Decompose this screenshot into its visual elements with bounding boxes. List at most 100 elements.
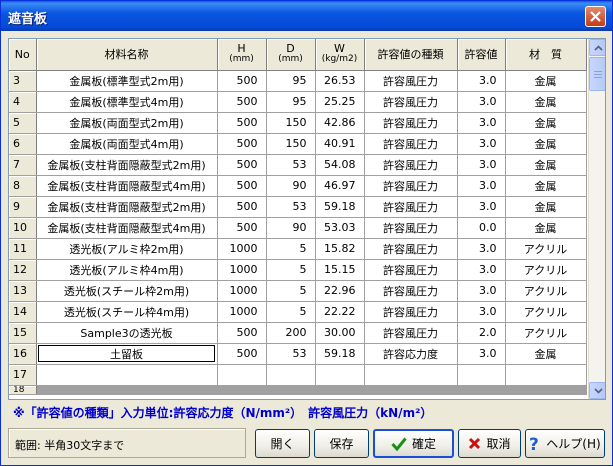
cell-allow[interactable]: 3.0 xyxy=(457,91,506,113)
cell-d[interactable]: 150 xyxy=(266,112,316,134)
cell-type[interactable]: 許容風圧力 xyxy=(364,322,458,344)
col-header-h[interactable]: H (mm) xyxy=(217,39,267,71)
cancel-button[interactable]: 取消 xyxy=(458,429,521,458)
cell-type[interactable]: 許容風圧力 xyxy=(364,217,458,239)
cell-name[interactable]: 土留板 xyxy=(36,343,218,365)
cell-w[interactable]: 15.82 xyxy=(315,238,365,260)
cell-mat[interactable]: 金属 xyxy=(505,133,587,155)
cell-mat[interactable]: 金属 xyxy=(505,112,587,134)
cell-w[interactable]: 30.00 xyxy=(315,322,365,344)
cell-h[interactable]: 500 xyxy=(217,91,267,113)
cell-d[interactable]: 90 xyxy=(266,217,316,239)
cell-w[interactable]: 59.18 xyxy=(315,343,365,365)
table-row[interactable]: 8 金属板(支柱背面隠蔽型式4m用) 500 90 46.97 許容風圧力 3.0 金属 xyxy=(9,175,587,197)
cell-mat[interactable] xyxy=(505,364,587,386)
cell-d[interactable]: 5 xyxy=(266,238,316,260)
cell-d[interactable]: 95 xyxy=(266,91,316,113)
cell-d[interactable]: 90 xyxy=(266,175,316,197)
cell-allow[interactable]: 3.0 xyxy=(457,343,506,365)
cell-allow[interactable]: 3.0 xyxy=(457,259,506,281)
table-row[interactable]: 13 透光板(スチール枠2m用) 1000 5 22.96 許容風圧力 3.0 アクリル xyxy=(9,280,587,302)
cell-type[interactable]: 許容風圧力 xyxy=(364,238,458,260)
cell-d[interactable]: 53 xyxy=(266,154,316,176)
cell-d[interactable]: 5 xyxy=(266,301,316,323)
cell-mat[interactable]: アクリル xyxy=(505,259,587,281)
col-header-type[interactable]: 許容値の種類 xyxy=(364,39,458,71)
cell-allow[interactable]: 3.0 xyxy=(457,133,506,155)
scroll-thumb[interactable] xyxy=(589,57,605,91)
close-button[interactable] xyxy=(585,6,606,27)
cell-h[interactable]: 1000 xyxy=(217,280,267,302)
open-button[interactable]: 開く xyxy=(255,429,310,458)
table-row[interactable]: 9 金属板(支柱背面隠蔽型式2m用) 500 53 59.18 許容風圧力 3.0 金属 xyxy=(9,196,587,218)
scroll-down-button[interactable] xyxy=(589,382,605,399)
table-row[interactable]: 17 xyxy=(9,364,587,386)
cell-allow[interactable]: 3.0 xyxy=(457,196,506,218)
cell-w[interactable] xyxy=(315,364,365,386)
cell-w[interactable]: 15.15 xyxy=(315,259,365,281)
cell-mat[interactable]: 金属 xyxy=(505,70,587,92)
table-row[interactable]: 15 Sample3の透光板 500 200 30.00 許容風圧力 2.0 アクリル xyxy=(9,322,587,344)
cell-w[interactable]: 25.25 xyxy=(315,91,365,113)
cell-w[interactable]: 22.22 xyxy=(315,301,365,323)
cell-h[interactable]: 500 xyxy=(217,175,267,197)
cell-h[interactable] xyxy=(217,364,267,386)
cell-h[interactable]: 500 xyxy=(217,217,267,239)
title-bar[interactable]: 遮音板 xyxy=(1,1,612,31)
table-row[interactable]: 12 透光板(アルミ枠4m用) 1000 5 15.15 許容風圧力 3.0 アクリル xyxy=(9,259,587,281)
cell-mat[interactable]: アクリル xyxy=(505,301,587,323)
cell-type[interactable] xyxy=(364,364,458,386)
cell-type[interactable]: 許容風圧力 xyxy=(364,154,458,176)
cell-h[interactable]: 500 xyxy=(217,112,267,134)
cell-name[interactable]: 金属板(支柱背面隠蔽型式4m用) xyxy=(36,175,218,197)
cell-w[interactable]: 59.18 xyxy=(315,196,365,218)
cell-type[interactable]: 許容風圧力 xyxy=(364,112,458,134)
cell-name[interactable]: 金属板(標準型式4m用) xyxy=(36,91,218,113)
cell-d[interactable]: 5 xyxy=(266,259,316,281)
cell-type[interactable]: 許容風圧力 xyxy=(364,175,458,197)
cell-w[interactable]: 46.97 xyxy=(315,175,365,197)
cell-d[interactable]: 53 xyxy=(266,343,316,365)
cell-allow[interactable]: 3.0 xyxy=(457,154,506,176)
cell-mat[interactable]: アクリル xyxy=(505,322,587,344)
col-header-w[interactable]: W (kg/m2) xyxy=(315,39,365,71)
cell-mat[interactable]: 金属 xyxy=(505,196,587,218)
cell-w[interactable]: 26.53 xyxy=(315,70,365,92)
cell-name[interactable]: 透光板(アルミ枠4m用) xyxy=(36,259,218,281)
table-row[interactable]: 5 金属板(両面型式2m用) 500 150 42.86 許容風圧力 3.0 金属 xyxy=(9,112,587,134)
ok-button[interactable]: 確定 xyxy=(373,429,454,458)
cell-name[interactable]: Sample3の透光板 xyxy=(36,322,218,344)
cell-h[interactable]: 1000 xyxy=(217,259,267,281)
cell-allow[interactable]: 3.0 xyxy=(457,112,506,134)
table-row-partial[interactable]: 18 xyxy=(9,385,587,395)
cell-type[interactable]: 許容風圧力 xyxy=(364,91,458,113)
cell-d[interactable]: 200 xyxy=(266,322,316,344)
cell-allow[interactable]: 3.0 xyxy=(457,238,506,260)
table-row[interactable]: 6 金属板(両面型式4m用) 500 150 40.91 許容風圧力 3.0 金属 xyxy=(9,133,587,155)
table-row[interactable]: 16 土留板 500 53 59.18 許容応力度 3.0 金属 xyxy=(9,343,587,365)
cell-w[interactable]: 53.03 xyxy=(315,217,365,239)
cell-type[interactable]: 許容応力度 xyxy=(364,343,458,365)
cell-type[interactable]: 許容風圧力 xyxy=(364,280,458,302)
cell-allow[interactable]: 3.0 xyxy=(457,301,506,323)
cell-type[interactable]: 許容風圧力 xyxy=(364,259,458,281)
cell-h[interactable]: 500 xyxy=(217,70,267,92)
scroll-up-button[interactable] xyxy=(589,39,605,56)
col-header-allow[interactable]: 許容値 xyxy=(457,39,506,71)
cell-mat[interactable]: アクリル xyxy=(505,280,587,302)
cell-h[interactable]: 500 xyxy=(217,343,267,365)
cell-w[interactable]: 22.96 xyxy=(315,280,365,302)
cell-name[interactable]: 透光板(スチール枠4m用) xyxy=(36,301,218,323)
cell-mat[interactable]: 金属 xyxy=(505,175,587,197)
table-row[interactable]: 4 金属板(標準型式4m用) 500 95 25.25 許容風圧力 3.0 金属 xyxy=(9,91,587,113)
cell-name[interactable] xyxy=(36,364,218,386)
cell-type[interactable]: 許容風圧力 xyxy=(364,133,458,155)
cell-h[interactable]: 1000 xyxy=(217,238,267,260)
cell-w[interactable]: 42.86 xyxy=(315,112,365,134)
cell-h[interactable]: 1000 xyxy=(217,301,267,323)
save-button[interactable]: 保存 xyxy=(314,429,369,458)
cell-w[interactable]: 40.91 xyxy=(315,133,365,155)
help-button[interactable]: ? ヘルプ(H) xyxy=(525,429,605,458)
col-header-name[interactable]: 材料名称 xyxy=(36,39,218,71)
cell-d[interactable]: 150 xyxy=(266,133,316,155)
